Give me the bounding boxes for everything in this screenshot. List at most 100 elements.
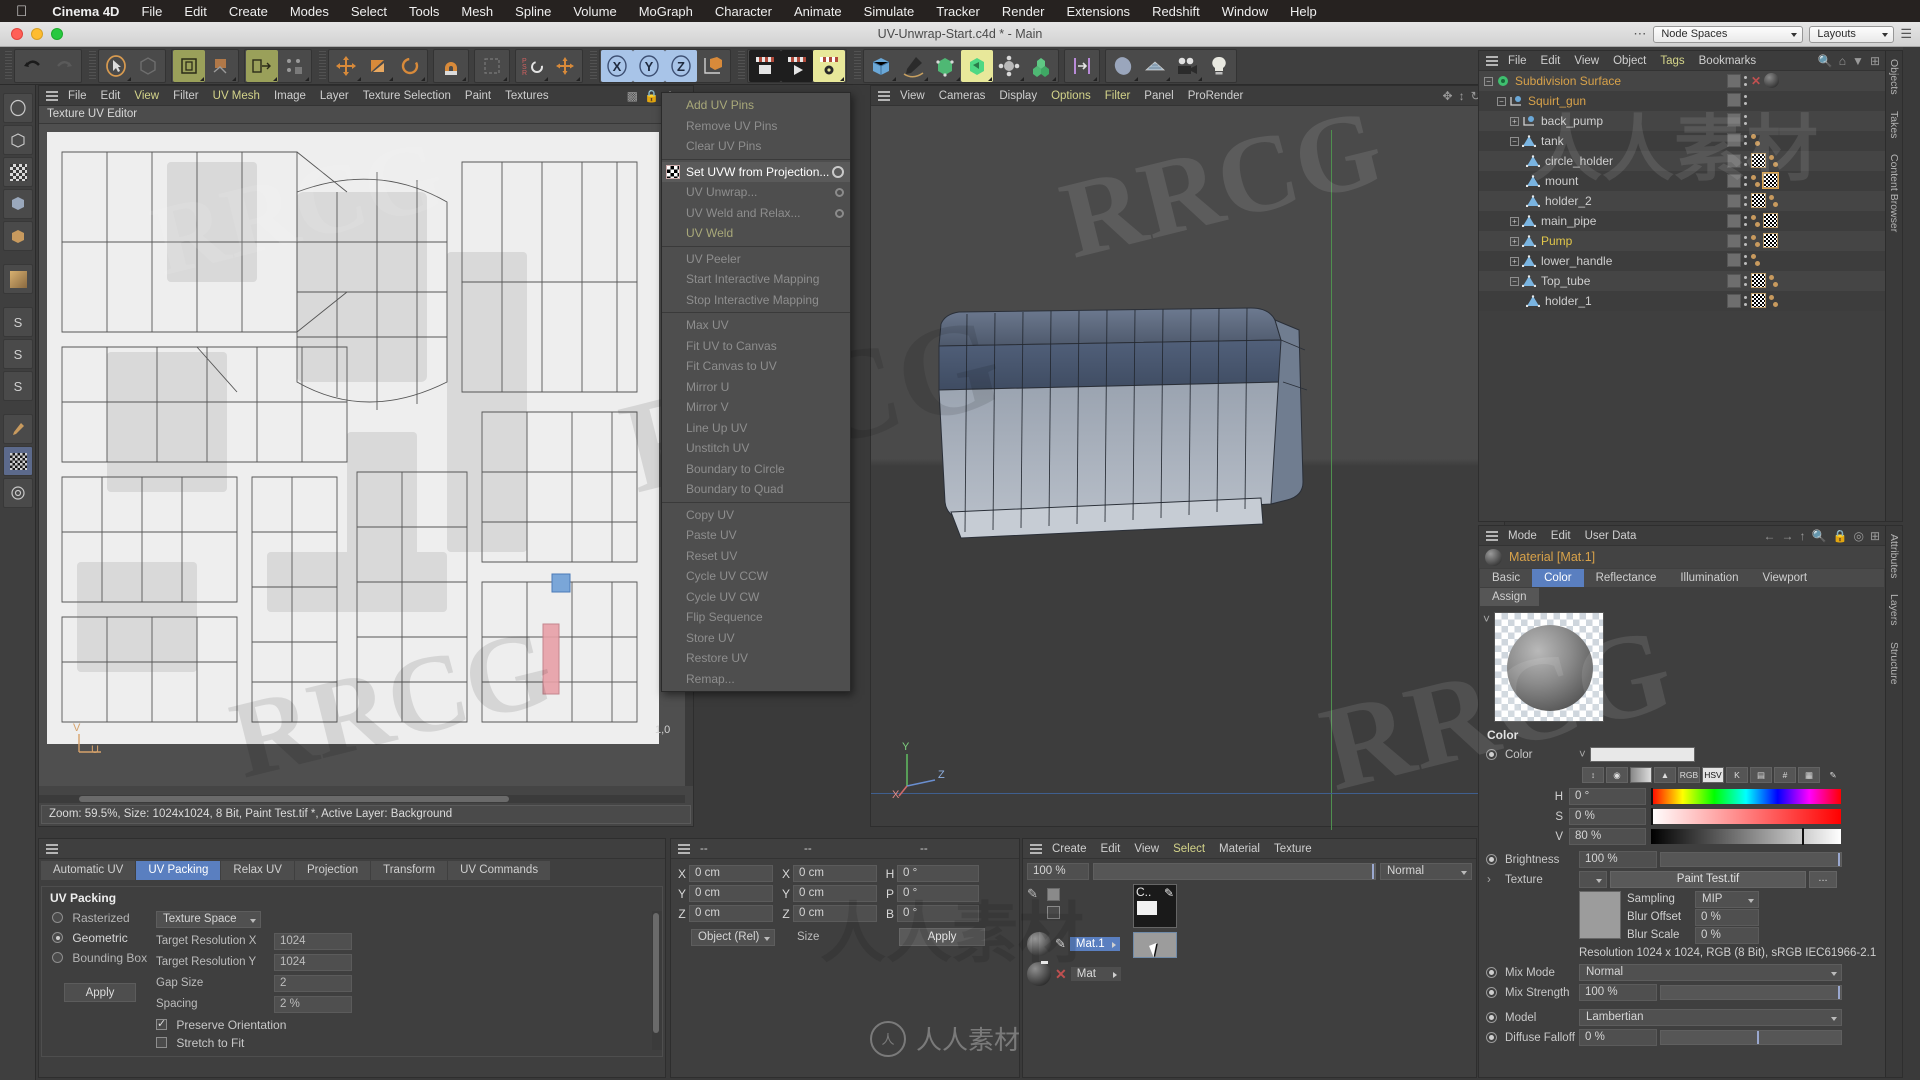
mix-strength-field[interactable]: 100 % [1579,984,1657,1001]
saturation-row[interactable]: S 0 % [1479,807,1885,826]
hue-gradient[interactable] [1651,789,1841,804]
viewport-menu-view[interactable]: View [893,86,932,106]
om-menu-tags[interactable]: Tags [1653,51,1691,71]
target-resolution-x-field[interactable]: 1024 [274,933,352,950]
tab-uv-packing[interactable]: UV Packing [136,861,220,880]
menu-uv-peeler[interactable]: UV Peeler [662,249,850,270]
dots-tag-icon[interactable] [1744,113,1748,127]
pan-view-icon[interactable]: ✥ [1443,89,1453,103]
object-tags[interactable] [1727,193,1778,208]
side-tab-content-browser[interactable]: Content Browser [1886,146,1902,240]
object-row-holder-2[interactable]: holder_2 [1479,191,1885,211]
node-spaces-dropdown[interactable]: Node Spaces [1653,26,1803,43]
rotation-h-field[interactable]: 0 ° [897,865,979,882]
mm-menu-material[interactable]: Material [1212,839,1267,859]
menu-item-mesh[interactable]: Mesh [450,4,504,19]
menu-store-uv[interactable]: Store UV [662,628,850,649]
dots-tag-icon[interactable] [1744,93,1748,107]
texture-checker-tag-icon[interactable] [1751,153,1766,168]
opacity-field[interactable]: 100 % [1027,863,1089,880]
tool-smudge-icon[interactable] [3,414,33,444]
camera-icon[interactable] [1171,50,1203,82]
scale-tool-icon[interactable] [362,50,394,82]
texture-checker-tag-icon[interactable] [1751,193,1766,208]
dots-tag-icon[interactable] [1744,174,1748,188]
mm-menu-view[interactable]: View [1127,839,1166,859]
object-tags[interactable] [1727,213,1778,228]
uv-menu-filter[interactable]: Filter [166,86,206,106]
sculpt-icon[interactable] [1107,50,1139,82]
object-tags[interactable] [1727,133,1760,147]
model-dropdown[interactable]: Lambertian [1579,1009,1842,1026]
texture-thumbnail[interactable] [1579,891,1621,939]
menu-item-character[interactable]: Character [704,4,783,19]
uv-tools-menubar[interactable] [39,839,665,859]
menu-item-window[interactable]: Window [1211,4,1279,19]
object-manager-hamburger-icon[interactable] [1483,56,1501,66]
blur-offset-row[interactable]: Blur Offset 0 % [1627,909,1759,925]
selected-texture-tag-icon[interactable] [1763,173,1778,188]
menu-item-tools[interactable]: Tools [398,4,450,19]
grid-display-icon[interactable] [1139,50,1171,82]
uv-menu-image[interactable]: Image [267,86,313,106]
magnet-snap-icon[interactable] [435,50,467,82]
om-menu-view[interactable]: View [1567,51,1606,71]
lock-z-axis-icon[interactable]: Z [665,50,697,82]
size-y-field[interactable]: 0 cm [793,885,877,902]
texture-tag-icon[interactable] [1751,133,1760,147]
move-axis-icon[interactable] [549,50,581,82]
delete-material-icon[interactable]: ✕ [1055,966,1067,983]
rotation-b-field[interactable]: 0 ° [897,905,979,922]
component-mode-icon[interactable] [278,50,310,82]
am-menu-mode[interactable]: Mode [1501,526,1544,546]
radio-bounding-box[interactable]: Bounding Box [52,951,152,965]
lock-icon[interactable]: 🔒 [644,89,659,103]
value-field[interactable]: 80 % [1569,828,1646,845]
om-menu-bookmarks[interactable]: Bookmarks [1692,51,1764,71]
dots-tag-icon[interactable] [1744,214,1748,228]
texture-mode-icon[interactable] [205,50,237,82]
menu-item-cinema4d[interactable]: Cinema 4D [41,4,130,19]
dots-tag-icon[interactable] [1744,253,1748,267]
redo-icon[interactable] [48,50,80,82]
rasterized-radio-icon[interactable] [52,912,63,923]
visibility-tag-icon[interactable] [1727,214,1741,228]
rotate-tool-icon[interactable] [394,50,426,82]
texture-tag-icon[interactable] [1769,274,1778,288]
add-icon[interactable]: ⊞ [1870,54,1880,68]
dots-tag-icon[interactable] [1744,154,1748,168]
menu-clear-uv-pins[interactable]: Clear UV Pins [662,136,850,157]
mix-mode-dropdown[interactable]: Normal [1579,964,1842,981]
radio-geometric[interactable]: Geometric [52,931,152,945]
tab-projection[interactable]: Projection [295,861,370,880]
om-menu-file[interactable]: File [1501,51,1534,71]
am-menu-edit[interactable]: Edit [1544,526,1578,546]
brightness-row[interactable]: Brightness 100 % [1479,850,1885,869]
menu-item-extensions[interactable]: Extensions [1055,4,1141,19]
toolbar-grip-2[interactable] [89,51,96,81]
mix-mode-radio[interactable] [1486,967,1497,978]
expander-plus-icon[interactable]: + [1510,237,1519,246]
diffuse-falloff-radio[interactable] [1486,1032,1497,1043]
menu-set-uvw-from-projection[interactable]: Set UVW from Projection... [662,162,850,183]
coordinates-footer[interactable]: Object (Rel) Size Apply [675,928,1015,946]
tool-spiral-icon[interactable] [3,478,33,508]
object-row-lower-handle[interactable]: + lower_handle [1479,251,1885,271]
diffuse-falloff-row[interactable]: Diffuse Falloff 0 % [1479,1028,1885,1047]
object-tags[interactable] [1727,153,1778,168]
target-resolution-y-row[interactable]: Target Resolution Y 1024 [156,953,652,971]
texture-checker-tag-icon[interactable] [1751,273,1766,288]
hue-field[interactable]: 0 ° [1569,788,1646,805]
table-icon[interactable]: ▤ [1750,767,1772,783]
texture-tag-icon[interactable] [1751,174,1760,188]
uv-packing-radios[interactable]: Rasterized Geometric Bounding Box Apply [42,911,152,1050]
mix-strength-radio[interactable] [1486,987,1497,998]
object-row-back-pump[interactable]: + back_pump [1479,111,1885,131]
texture-checker-tag-icon[interactable] [1763,213,1778,228]
diffuse-falloff-slider[interactable] [1660,1030,1842,1045]
object-tags[interactable] [1727,113,1748,127]
object-row-top-tube[interactable]: − Top_tube [1479,271,1885,291]
viewport-menu-options[interactable]: Options [1044,86,1098,106]
tool-cube2-icon[interactable] [3,221,33,251]
texture-checker-tag-icon[interactable] [1763,233,1778,248]
